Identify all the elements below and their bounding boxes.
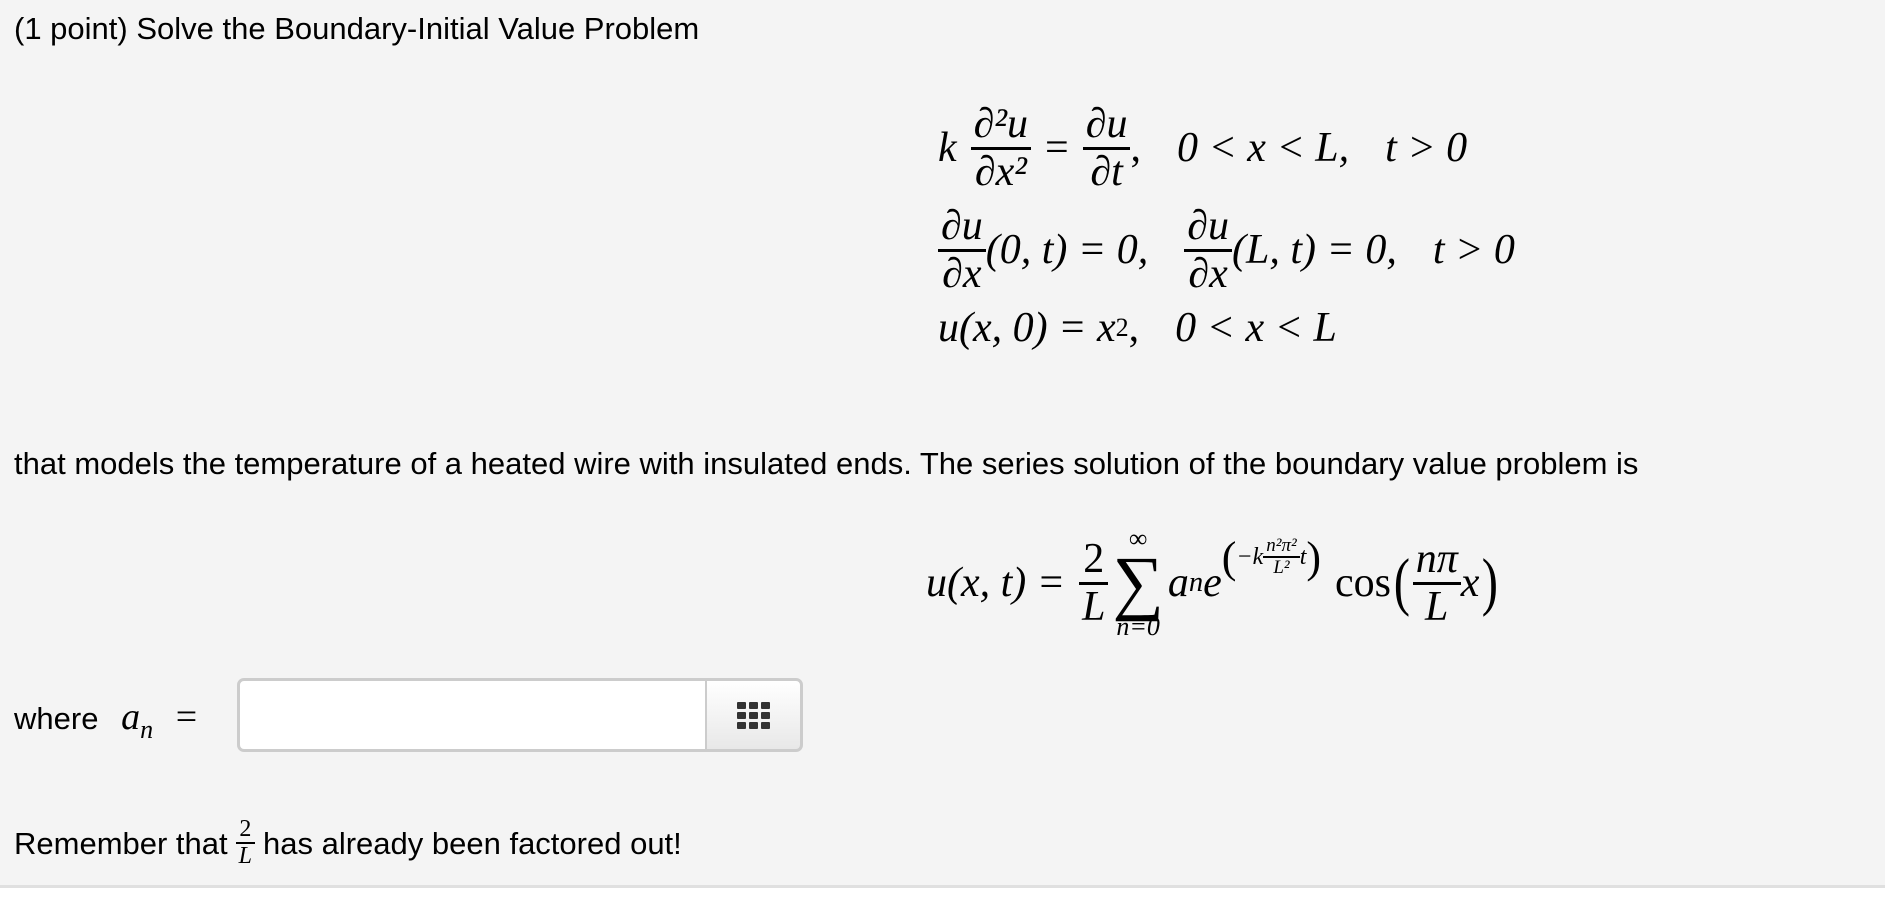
answer-variable: a <box>121 696 141 738</box>
ic-domain: 0 < x < L <box>1175 305 1337 351</box>
fraction-denominator: ∂x <box>942 250 982 297</box>
equation-editor-button[interactable] <box>705 678 803 752</box>
bc-time-condition: t > 0 <box>1432 227 1515 273</box>
problem-description: that models the temperature of a heated … <box>14 446 1639 481</box>
pde-domain: 0 < x < L, <box>1176 125 1350 171</box>
bc-right-value: (L, t) = 0, <box>1232 227 1397 273</box>
cosine-argument-fraction: nπ L <box>1412 536 1461 630</box>
series-solution: u(x, t) = 2 L ∞ ∑ n=0 ane ( −k n²π² L² t… <box>926 524 1499 641</box>
fraction-numerator: n²π² <box>1266 535 1297 557</box>
fraction-denominator: L <box>238 843 252 869</box>
fraction-denominator: L <box>1082 583 1106 630</box>
exponent-suffix: t <box>1299 543 1307 570</box>
summation: ∞ ∑ n=0 <box>1112 526 1163 639</box>
problem-title: (1 point) Solve the Boundary-Initial Val… <box>14 11 700 46</box>
series-lhs: u(x, t) = <box>926 560 1066 606</box>
fraction-denominator: L² <box>1273 557 1290 578</box>
answer-field-group <box>237 678 803 752</box>
fraction-numerator: ∂u <box>941 203 983 250</box>
series-coefficient: 2 L <box>1079 536 1109 630</box>
bc-right-fraction: ∂u ∂x <box>1184 203 1233 297</box>
series-term: a <box>1167 560 1189 606</box>
diffusion-coefficient: k <box>938 125 957 171</box>
reminder-fraction: 2 L <box>235 815 255 869</box>
sum-lower-limit: n=0 <box>1116 611 1160 641</box>
fraction-denominator: ∂t <box>1090 148 1123 195</box>
fraction-numerator: ∂u <box>1085 101 1128 148</box>
fraction-numerator: 2 <box>1083 536 1105 583</box>
time-derivative-fraction: ∂u ∂t <box>1082 101 1131 195</box>
ic-exponent: 2 <box>1115 313 1129 342</box>
cosine-function: cos <box>1335 560 1392 606</box>
exponential-base: e <box>1203 560 1222 606</box>
answer-prefix: where <box>14 701 99 736</box>
exponent-prefix: −k <box>1236 543 1264 570</box>
exponent: ( −k n²π² L² t ) <box>1221 532 1322 582</box>
bc-left-value: (0, t) = 0, <box>985 227 1149 273</box>
ic-lhs: u(x, 0) = x <box>938 305 1116 351</box>
bc-left-fraction: ∂u ∂x <box>938 203 986 297</box>
boundary-conditions: ∂u ∂x (0, t) = 0, ∂u ∂x (L, t) = 0, t > … <box>938 198 1515 302</box>
fraction-denominator: ∂x² <box>974 148 1027 195</box>
answer-label: where an = <box>14 698 197 743</box>
reminder-text: Remember that 2 L has already been facto… <box>14 813 682 873</box>
fraction-numerator: ∂²u <box>973 101 1029 148</box>
grid-icon <box>737 701 770 729</box>
answer-variable-subscript: n <box>140 715 154 745</box>
sigma-icon: ∑ <box>1112 542 1164 623</box>
answer-input[interactable] <box>237 678 707 752</box>
second-derivative-fraction: ∂²u ∂x² <box>970 101 1032 195</box>
fraction-denominator: L <box>1425 583 1449 630</box>
answer-equals: = <box>175 696 198 738</box>
initial-condition: u(x, 0) = x2, 0 < x < L <box>938 300 1337 356</box>
pde-equation: k ∂²u ∂x² = ∂u ∂t , 0 < x < L, t > 0 <box>938 101 1468 195</box>
fraction-numerator: 2 <box>239 815 252 842</box>
fraction-numerator: ∂u <box>1187 203 1230 250</box>
problem-panel: (1 point) Solve the Boundary-Initial Val… <box>0 0 1885 888</box>
fraction-numerator: nπ <box>1415 536 1458 583</box>
reminder-prefix: Remember that <box>14 825 228 861</box>
exponent-fraction: n²π² L² <box>1263 535 1300 578</box>
fraction-denominator: ∂x <box>1188 250 1228 297</box>
cosine-variable: x <box>1460 560 1480 606</box>
series-term-subscript: n <box>1188 567 1204 598</box>
equals-sign: = <box>1045 125 1069 171</box>
reminder-suffix: has already been factored out! <box>263 825 682 861</box>
pde-time-condition: t > 0 <box>1385 125 1468 171</box>
ic-comma: , <box>1128 305 1140 351</box>
